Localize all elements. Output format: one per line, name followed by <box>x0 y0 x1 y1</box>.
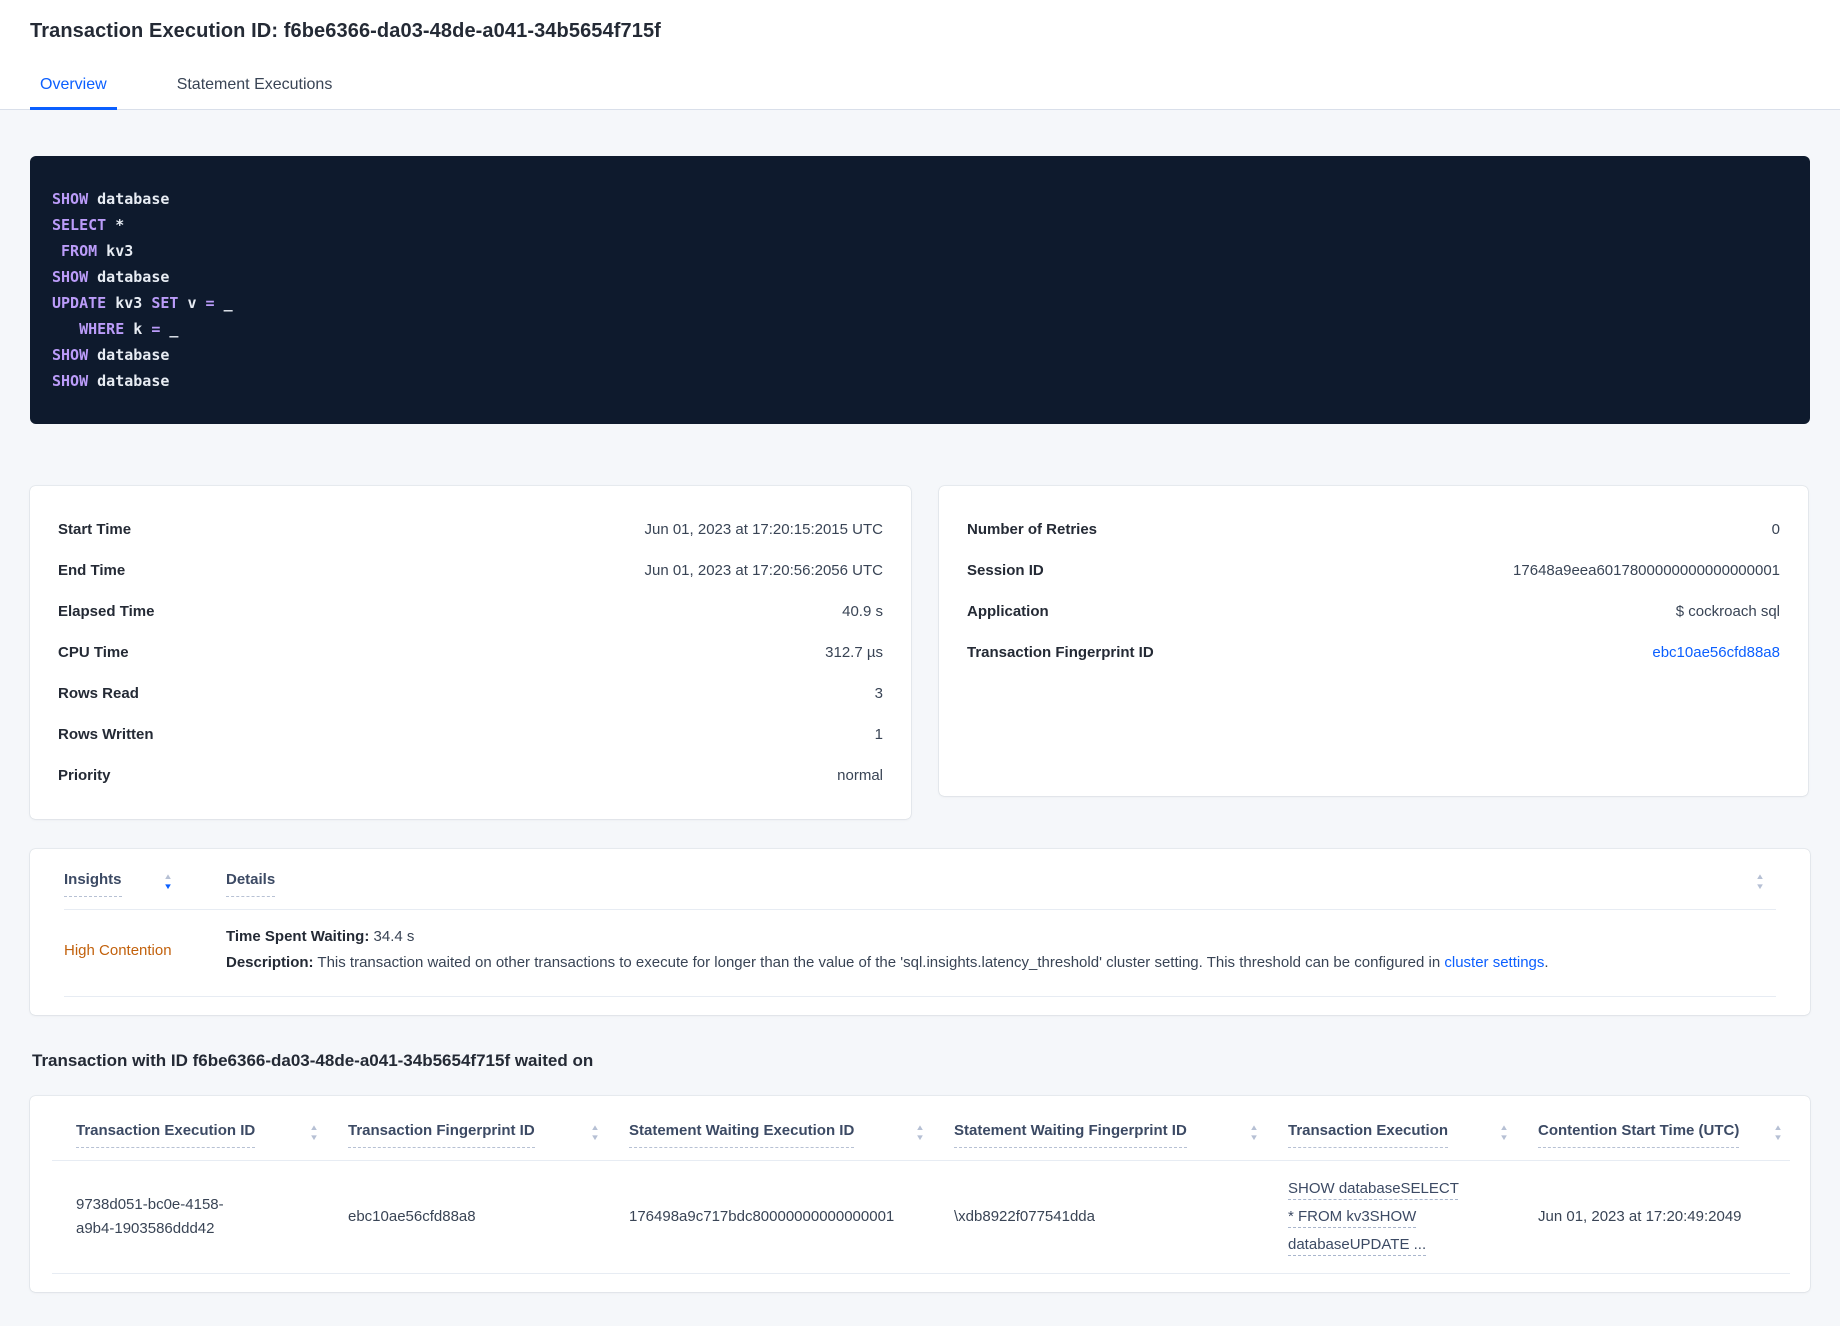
insights-card: Insights ▲ ▼ Details ▲ ▼ High Contention T… <box>30 849 1810 1015</box>
stat-value: Jun 01, 2023 at 17:20:56:2056 UTC <box>644 562 883 579</box>
stat-row: Number of Retries 0 <box>965 509 1782 550</box>
stat-value: 312.7 µs <box>825 644 883 661</box>
session-stats-card: Number of Retries 0 Session ID 17648a9eea60… <box>939 486 1808 796</box>
sql-line: SHOW database <box>52 268 170 286</box>
page-header: Transaction Execution ID: f6be6366-da03-… <box>0 0 1840 110</box>
insights-column-header[interactable]: Insights <box>64 871 122 897</box>
stat-row: Priority normal <box>56 755 885 796</box>
sql-line: WHERE k = _ <box>79 320 179 338</box>
cell-transaction-execution-id: 9738d051-bc0e-4158-a9b4-1903586ddd42 <box>76 1196 224 1237</box>
stat-value: 3 <box>874 685 883 702</box>
col-transaction-execution-id[interactable]: Transaction Execution ID <box>76 1122 256 1148</box>
cell-statement-waiting-execution-id: 176498a9c717bdc80000000000000001 <box>629 1208 895 1225</box>
divider <box>52 1273 1790 1274</box>
sort-arrows-icon[interactable]: ▲ ▼ <box>1249 1124 1259 1142</box>
sort-arrows-icon[interactable]: ▲ ▼ <box>1773 1124 1783 1142</box>
sql-statements-box: SHOW database SELECT * FROM kv3 SHOW datab… <box>30 156 1810 424</box>
waited-on-table-card: Transaction Execution ID ▲ ▼ Transaction F… <box>30 1096 1810 1292</box>
stat-label: Start Time <box>58 521 132 538</box>
waited-on-table-header: Transaction Execution ID ▲ ▼ Transaction F… <box>30 1122 1810 1160</box>
insight-description: Description: This transaction waited on … <box>226 954 1549 971</box>
stat-row: End Time Jun 01, 2023 at 17:20:56:2056 UT… <box>56 550 885 591</box>
main-content: SHOW database SELECT * FROM kv3 SHOW datab… <box>0 110 1840 1326</box>
cell-statement-waiting-fingerprint-id: \xdb8922f077541dda <box>954 1208 1095 1225</box>
stat-row: Application $ cockroach sql <box>965 591 1782 632</box>
transaction-fingerprint-id-link[interactable]: ebc10ae56cfd88a8 <box>1652 642 1780 663</box>
sql-line: SHOW database <box>52 346 170 364</box>
stat-label: Rows Read <box>58 685 139 702</box>
stat-label: Application <box>967 603 1049 620</box>
stat-row: Elapsed Time 40.9 s <box>56 591 885 632</box>
summary-cards: Start Time Jun 01, 2023 at 17:20:15:2015 … <box>30 486 1810 819</box>
insight-type-badge: High Contention <box>64 941 172 959</box>
cell-contention-start-time: Jun 01, 2023 at 17:20:49:2049 <box>1538 1208 1742 1225</box>
tab-bar: Overview Statement Executions <box>30 70 1810 110</box>
stat-label: Rows Written <box>58 726 154 743</box>
details-column-header[interactable]: Details <box>226 871 276 897</box>
sql-line: SELECT * <box>52 216 125 234</box>
sql-line: FROM kv3 <box>61 242 134 260</box>
stat-label: Number of Retries <box>967 521 1098 538</box>
transaction-execution-link[interactable]: SHOW databaseSELECT * FROM kv3SHOW datab… <box>1288 1175 1460 1259</box>
stat-row: CPU Time 312.7 µs <box>56 632 885 673</box>
divider <box>64 996 1776 997</box>
sort-arrows-icon[interactable]: ▲ ▼ <box>309 1124 319 1142</box>
insight-row: High Contention Time Spent Waiting: 34.4… <box>64 910 1776 996</box>
stat-row: Session ID 17648a9eea60178000000000000000… <box>965 550 1782 591</box>
stat-value: 17648a9eea6017800000000000000001 <box>1513 562 1780 579</box>
sort-arrows-icon[interactable]: ▲ ▼ <box>1755 873 1765 891</box>
stat-row: Start Time Jun 01, 2023 at 17:20:15:2015 … <box>56 509 885 550</box>
col-transaction-execution[interactable]: Transaction Execution <box>1288 1122 1449 1148</box>
stat-row: Rows Written 1 <box>56 714 885 755</box>
col-transaction-fingerprint-id[interactable]: Transaction Fingerprint ID <box>348 1122 535 1148</box>
insight-details: Time Spent Waiting: 34.4 s Description: … <box>226 924 1549 976</box>
stat-value: Jun 01, 2023 at 17:20:15:2015 UTC <box>644 521 883 538</box>
stat-label: Priority <box>58 767 111 784</box>
sql-line: SHOW database <box>52 372 170 390</box>
stat-value: 1 <box>874 726 883 743</box>
cell-transaction-fingerprint-id: ebc10ae56cfd88a8 <box>348 1208 476 1225</box>
page-title: Transaction Execution ID: f6be6366-da03-… <box>30 20 661 42</box>
stat-row: Rows Read 3 <box>56 673 885 714</box>
stat-label: Session ID <box>967 562 1044 579</box>
waited-on-table-row: 9738d051-bc0e-4158-a9b4-1903586ddd42 ebc… <box>30 1161 1810 1273</box>
time-spent-waiting: Time Spent Waiting: 34.4 s <box>226 928 415 945</box>
stat-label: Elapsed Time <box>58 603 155 620</box>
stat-value: 0 <box>1771 521 1780 538</box>
sort-arrows-icon[interactable]: ▲ ▼ <box>1499 1124 1509 1142</box>
stat-label: End Time <box>58 562 126 579</box>
col-contention-start-time[interactable]: Contention Start Time (UTC) <box>1538 1122 1740 1148</box>
stat-row: Transaction Fingerprint ID ebc10ae56cfd88… <box>965 632 1782 673</box>
execution-stats-card: Start Time Jun 01, 2023 at 17:20:15:2015 … <box>30 486 911 819</box>
cluster-settings-link[interactable]: cluster settings <box>1444 954 1544 971</box>
col-statement-waiting-execution-id[interactable]: Statement Waiting Execution ID <box>629 1122 855 1148</box>
insights-table-header: Insights ▲ ▼ Details ▲ ▼ <box>64 871 1776 909</box>
stat-value: normal <box>837 767 883 784</box>
sql-line: SHOW database <box>52 190 170 208</box>
sql-line: UPDATE kv3 SET v = _ <box>52 294 233 312</box>
tab-statement-executions[interactable]: Statement Executions <box>167 70 343 110</box>
sort-arrows-icon[interactable]: ▲ ▼ <box>163 873 173 891</box>
sort-arrows-icon[interactable]: ▲ ▼ <box>915 1124 925 1142</box>
stat-value: 40.9 s <box>842 603 883 620</box>
sort-arrows-icon[interactable]: ▲ ▼ <box>590 1124 600 1142</box>
col-statement-waiting-fingerprint-id[interactable]: Statement Waiting Fingerprint ID <box>954 1122 1187 1148</box>
waited-on-heading: Transaction with ID f6be6366-da03-48de-a… <box>32 1051 594 1070</box>
tab-overview[interactable]: Overview <box>30 70 117 110</box>
stat-value: $ cockroach sql <box>1675 603 1780 620</box>
stat-label: CPU Time <box>58 644 129 661</box>
stat-label: Transaction Fingerprint ID <box>967 644 1154 661</box>
